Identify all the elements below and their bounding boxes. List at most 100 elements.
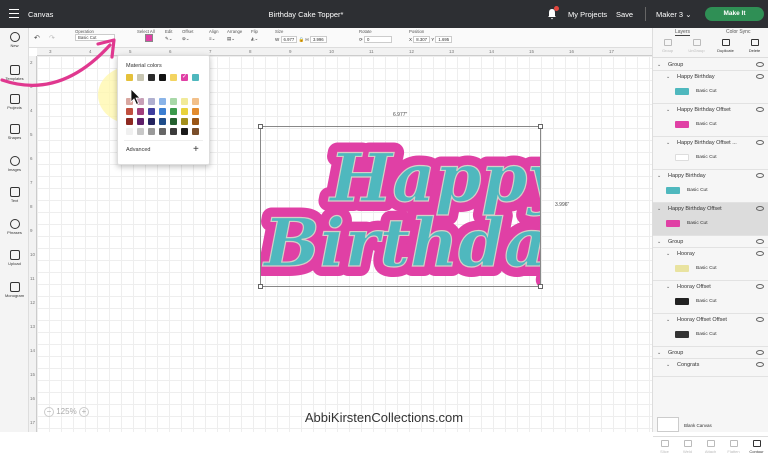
- nav-images[interactable]: Images: [0, 156, 29, 172]
- layer-group-row[interactable]: ⌄ Group: [653, 236, 768, 248]
- color-swatch[interactable]: [170, 98, 177, 105]
- color-swatch[interactable]: [192, 98, 199, 105]
- eye-icon[interactable]: [756, 284, 764, 289]
- resize-handle[interactable]: [538, 284, 543, 289]
- nav-monogram[interactable]: Monogram: [0, 282, 29, 298]
- color-swatch[interactable]: [126, 118, 133, 125]
- layer-row[interactable]: ⌄ Happy Birthday Basic Cut: [653, 71, 768, 104]
- layer-row[interactable]: ⌄ Hooray Basic Cut: [653, 248, 768, 281]
- eye-icon[interactable]: [756, 62, 764, 67]
- color-swatch[interactable]: [159, 128, 166, 135]
- my-projects-link[interactable]: My Projects: [568, 10, 607, 19]
- edit-button[interactable]: Edit ✎⌄: [165, 29, 173, 42]
- ungroup-button[interactable]: UnGroup: [682, 39, 711, 53]
- color-swatch[interactable]: [137, 108, 144, 115]
- tab-color-sync[interactable]: Color Sync: [726, 29, 750, 35]
- resize-handle[interactable]: [258, 124, 263, 129]
- height-input[interactable]: 3.996: [309, 36, 327, 43]
- eye-icon[interactable]: [756, 362, 764, 367]
- chevron-down-icon[interactable]: ⌄: [666, 317, 670, 323]
- color-swatch[interactable]: [181, 128, 188, 135]
- layer-row[interactable]: ⌄ Happy Birthday Basic Cut: [653, 170, 768, 203]
- blank-canvas-swatch[interactable]: [657, 417, 679, 432]
- lock-icon[interactable]: 🔒: [299, 37, 305, 42]
- color-swatch[interactable]: [148, 118, 155, 125]
- nav-phrases[interactable]: Phrases: [0, 219, 29, 235]
- panel-action-2[interactable]: Attach: [699, 440, 722, 454]
- flip-button[interactable]: Flip ◭⌄: [251, 29, 258, 42]
- eye-icon[interactable]: [756, 251, 764, 256]
- align-button[interactable]: Align ≡⌄: [209, 29, 219, 42]
- chevron-down-icon[interactable]: ⌄: [666, 251, 670, 257]
- chevron-down-icon[interactable]: ⌄: [666, 284, 670, 290]
- y-input[interactable]: 1.695: [435, 36, 453, 43]
- color-swatch[interactable]: [148, 128, 155, 135]
- arrange-button[interactable]: Arrange ▤⌄: [227, 29, 242, 42]
- panel-action-0[interactable]: Slice: [653, 440, 676, 454]
- tab-layers[interactable]: Layers: [675, 29, 691, 36]
- color-swatch[interactable]: [170, 108, 177, 115]
- delete-button[interactable]: Delete: [740, 39, 768, 53]
- resize-handle[interactable]: [538, 124, 543, 129]
- chevron-down-icon[interactable]: ⌄: [666, 74, 670, 80]
- bell-icon[interactable]: [546, 6, 559, 20]
- chevron-down-icon[interactable]: ⌄: [666, 362, 670, 368]
- eye-icon[interactable]: [756, 239, 764, 244]
- color-swatch-button[interactable]: [145, 34, 153, 42]
- chevron-down-icon[interactable]: ⌄: [657, 62, 661, 68]
- color-swatch[interactable]: [137, 118, 144, 125]
- layer-row[interactable]: ⌄ Hooray Offset Offset Basic Cut: [653, 314, 768, 347]
- eye-icon[interactable]: [756, 107, 764, 112]
- selection-box[interactable]: [258, 124, 543, 289]
- chevron-down-icon[interactable]: ⌄: [666, 107, 670, 113]
- eye-icon[interactable]: [756, 206, 764, 211]
- color-swatch[interactable]: [170, 118, 177, 125]
- layer-row[interactable]: ⌄ Happy Birthday Offset ... Basic Cut: [653, 137, 768, 170]
- color-swatch[interactable]: [192, 118, 199, 125]
- machine-selector[interactable]: Maker 3 ⌄: [656, 10, 691, 19]
- color-swatch[interactable]: [126, 108, 133, 115]
- chevron-down-icon[interactable]: ⌄: [657, 350, 661, 356]
- color-swatch[interactable]: [126, 128, 133, 135]
- panel-action-4[interactable]: Contour: [745, 440, 768, 454]
- color-swatch[interactable]: [159, 108, 166, 115]
- chevron-down-icon[interactable]: ⌄: [657, 206, 661, 212]
- eye-icon[interactable]: [756, 173, 764, 178]
- color-swatch[interactable]: [181, 118, 188, 125]
- eye-icon[interactable]: [756, 317, 764, 322]
- color-swatch[interactable]: [159, 74, 166, 81]
- advanced-link[interactable]: Advanced: [126, 147, 150, 153]
- plus-icon[interactable]: +: [193, 144, 199, 155]
- nav-text[interactable]: Text: [0, 187, 29, 203]
- color-swatch[interactable]: [192, 108, 199, 115]
- duplicate-button[interactable]: Duplicate: [711, 39, 740, 53]
- color-swatch[interactable]: ✓: [181, 74, 188, 81]
- color-swatch[interactable]: [148, 108, 155, 115]
- eye-icon[interactable]: [756, 350, 764, 355]
- color-swatch[interactable]: [170, 128, 177, 135]
- chevron-down-icon[interactable]: ⌄: [666, 140, 670, 146]
- width-input[interactable]: 6.977: [280, 36, 298, 43]
- color-swatch[interactable]: [148, 98, 155, 105]
- offset-button[interactable]: Offset ⊚⌄: [182, 29, 193, 42]
- make-it-button[interactable]: Make It: [705, 7, 764, 21]
- nav-shapes[interactable]: Shapes: [0, 124, 29, 140]
- panel-action-1[interactable]: Weld: [676, 440, 699, 454]
- layer-row[interactable]: ⌄ Happy Birthday Offset Basic Cut: [653, 203, 768, 236]
- panel-action-3[interactable]: Flatten: [722, 440, 745, 454]
- color-swatch[interactable]: [148, 74, 155, 81]
- color-swatch[interactable]: [192, 74, 199, 81]
- color-swatch[interactable]: [137, 128, 144, 135]
- rotate-input[interactable]: 0: [364, 36, 393, 43]
- x-input[interactable]: 8.307: [413, 36, 431, 43]
- resize-handle[interactable]: [258, 284, 263, 289]
- save-button[interactable]: Save: [616, 10, 633, 19]
- layer-row[interactable]: ⌄ Hooray Offset Basic Cut: [653, 281, 768, 314]
- eye-icon[interactable]: [756, 74, 764, 79]
- group-button[interactable]: Group: [653, 39, 682, 53]
- color-swatch[interactable]: [192, 128, 199, 135]
- color-swatch[interactable]: [181, 98, 188, 105]
- color-swatch[interactable]: [170, 74, 177, 81]
- chevron-down-icon[interactable]: ⌄: [657, 239, 661, 245]
- layer-row[interactable]: ⌄ Happy Birthday Offset Basic Cut: [653, 104, 768, 137]
